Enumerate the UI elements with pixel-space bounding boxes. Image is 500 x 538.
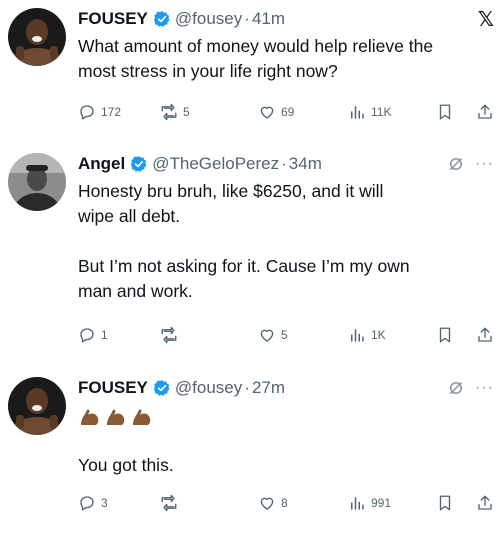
display-name[interactable]: Angel <box>78 154 125 174</box>
tweet-text: You got this. <box>78 453 494 478</box>
like-button[interactable]: 69 <box>258 103 294 121</box>
tweet-text-line: Honesty bru bruh, like $6250, and it wil… <box>78 181 384 201</box>
repost-button[interactable]: 5 <box>160 103 190 121</box>
more-options-icon[interactable]: ··· <box>475 156 494 172</box>
share-icon <box>478 104 492 119</box>
separator: · <box>281 154 287 173</box>
tweet-3[interactable]: FOUSEY @fousey · 27m ··· You got this. 3 <box>0 363 500 538</box>
repost-button[interactable] <box>160 494 183 512</box>
tweet-header: FOUSEY @fousey · 41m 𝕏 <box>78 6 494 32</box>
action-bar: 172 5 69 11K <box>78 100 496 124</box>
tweet-text-line: What amount of money would help relieve … <box>78 36 434 56</box>
tweet-text-line: But I’m not asking for it. Cause I’m my … <box>78 256 410 276</box>
tweet-text: What amount of money would help relieve … <box>78 34 494 84</box>
like-count: 69 <box>281 105 295 119</box>
display-name[interactable]: FOUSEY <box>78 378 148 398</box>
handle[interactable]: @fousey <box>175 378 242 398</box>
grok-icon[interactable] <box>447 155 465 173</box>
bookmark-icon <box>439 495 451 511</box>
views-count: 991 <box>371 496 392 510</box>
tweet-text-line: most stress in your life right now? <box>78 61 338 81</box>
views-chart-icon <box>351 497 364 510</box>
handle[interactable]: @fousey <box>175 9 242 29</box>
tweet-text-line: man and work. <box>78 281 193 301</box>
repost-button[interactable] <box>160 326 183 344</box>
bookmark-icon <box>439 104 451 120</box>
handle[interactable]: @TheGeloPerez <box>152 154 279 174</box>
repost-icon <box>161 494 177 512</box>
reply-button[interactable]: 3 <box>78 494 108 512</box>
verified-badge-icon <box>153 380 170 396</box>
views-button[interactable]: 11K <box>348 103 391 121</box>
timestamp[interactable]: 41m <box>252 9 285 29</box>
reply-count: 3 <box>101 496 108 510</box>
flexed-biceps-icon <box>133 409 151 425</box>
share-button[interactable] <box>476 326 494 344</box>
share-button[interactable] <box>476 494 494 512</box>
share-icon <box>478 495 492 510</box>
views-button[interactable]: 1K <box>348 326 386 344</box>
views-chart-icon <box>351 106 364 119</box>
share-button[interactable] <box>476 103 494 121</box>
like-count: 8 <box>281 496 288 510</box>
avatar[interactable] <box>8 8 66 66</box>
x-logo-icon: 𝕏 <box>477 8 494 31</box>
bookmark-button[interactable] <box>436 326 454 344</box>
avatar[interactable] <box>8 153 66 211</box>
reply-count: 1 <box>101 328 108 342</box>
heart-icon <box>260 106 274 119</box>
action-bar: 1 5 1K <box>78 323 496 347</box>
like-count: 5 <box>281 328 288 342</box>
tweet-header: Angel @TheGeloPerez · 34m ··· <box>78 151 494 177</box>
like-button[interactable]: 5 <box>258 326 288 344</box>
bookmark-button[interactable] <box>436 103 454 121</box>
separator: · <box>244 9 250 28</box>
repost-icon <box>161 103 177 121</box>
repost-count: 5 <box>183 105 190 119</box>
flexed-biceps-icon <box>107 409 125 425</box>
bookmark-icon <box>439 327 451 343</box>
heart-icon <box>260 329 274 342</box>
reply-icon <box>80 105 94 120</box>
more-options-icon[interactable]: ··· <box>475 380 494 396</box>
grok-icon[interactable] <box>447 379 465 397</box>
emoji-row <box>78 405 494 431</box>
reply-count: 172 <box>101 105 122 119</box>
separator: · <box>244 378 250 397</box>
views-button[interactable]: 991 <box>348 494 391 512</box>
tweet-text-line: You got this. <box>78 455 174 475</box>
timestamp[interactable]: 34m <box>289 154 322 174</box>
reply-icon <box>80 496 94 511</box>
timestamp[interactable]: 27m <box>252 378 285 398</box>
share-icon <box>478 327 492 342</box>
tweet-header: FOUSEY @fousey · 27m ··· <box>78 375 494 401</box>
verified-badge-icon <box>153 11 170 27</box>
flexed-biceps-icon <box>81 409 99 425</box>
action-bar: 3 8 991 <box>78 491 496 515</box>
tweet-1[interactable]: FOUSEY @fousey · 41m 𝕏 What amount of mo… <box>0 0 500 145</box>
reply-icon <box>80 328 94 343</box>
repost-icon <box>161 326 177 344</box>
tweet-text: Honesty bru bruh, like $6250, and it wil… <box>78 179 494 304</box>
reply-button[interactable]: 1 <box>78 326 108 344</box>
heart-icon <box>260 497 274 510</box>
bookmark-button[interactable] <box>436 494 454 512</box>
tweet-2[interactable]: Angel @TheGeloPerez · 34m ··· Honesty br… <box>0 145 500 363</box>
verified-badge-icon <box>131 156 147 172</box>
views-count: 1K <box>371 328 386 342</box>
avatar[interactable] <box>8 377 66 435</box>
views-count: 11K <box>371 105 392 119</box>
display-name[interactable]: FOUSEY <box>78 9 148 29</box>
reply-button[interactable]: 172 <box>78 103 121 121</box>
views-chart-icon <box>351 329 364 342</box>
tweet-text-line: wipe all debt. <box>78 206 181 226</box>
like-button[interactable]: 8 <box>258 494 288 512</box>
